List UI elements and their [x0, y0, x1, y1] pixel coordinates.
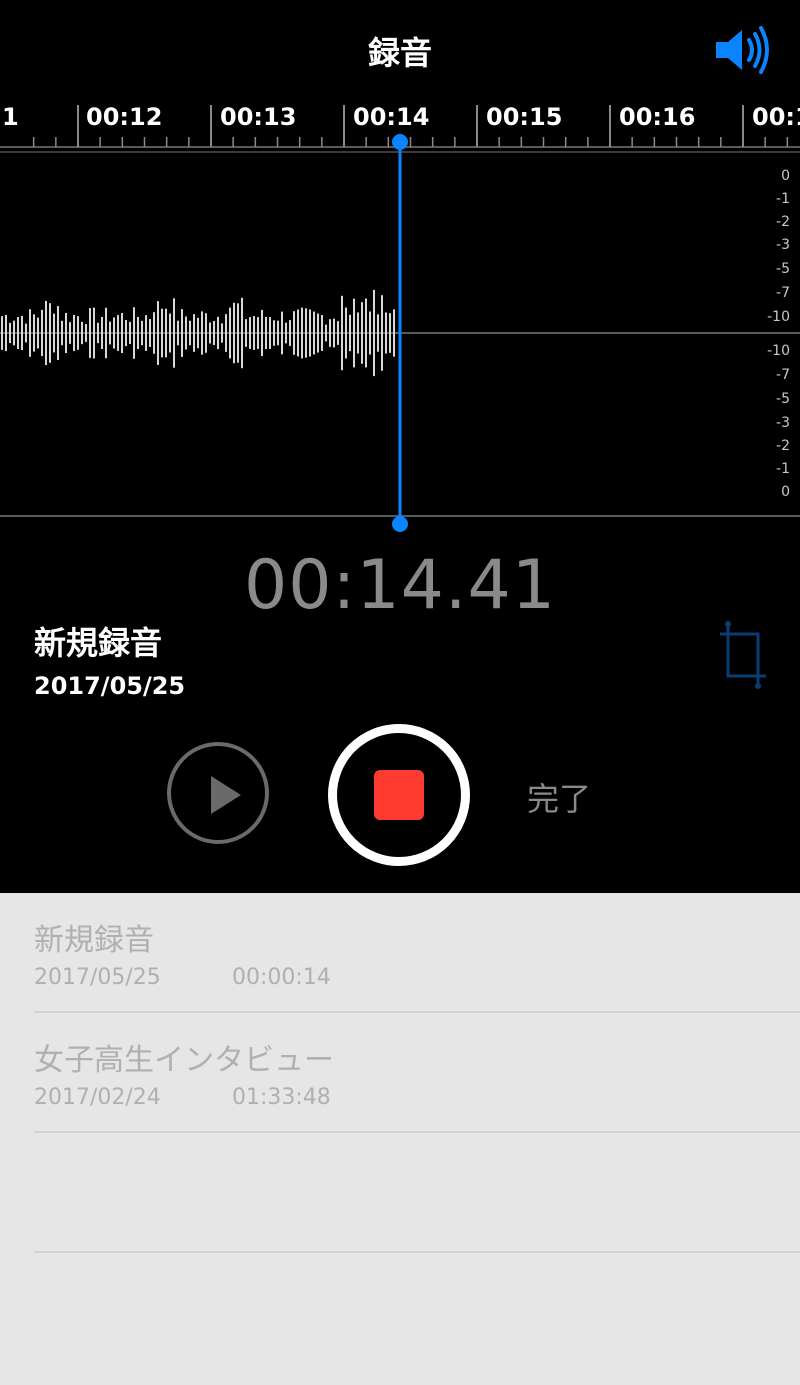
- speaker-icon[interactable]: [712, 24, 770, 76]
- list-item-title: 新規録音: [34, 923, 154, 958]
- list-item-empty: [34, 1253, 800, 1373]
- list-item-duration: 01:33:48: [232, 1085, 331, 1110]
- list-item[interactable]: 新規録音 2017/05/25 00:00:14: [34, 893, 800, 1013]
- play-icon: [211, 776, 241, 814]
- elapsed-time: 00:14.41: [243, 546, 557, 625]
- list-item-title: 女子高生インタビュー: [34, 1043, 334, 1078]
- screen-title: 録音: [367, 34, 432, 72]
- recorder-panel: 録音 1 00:12 00:13 00:14 00:15 00:16 00:1 …: [0, 0, 800, 893]
- list-item[interactable]: 女子高生インタビュー 2017/02/24 01:33:48: [34, 1013, 800, 1133]
- list-item-date: 2017/05/25: [34, 965, 161, 990]
- list-item-duration: 00:00:14: [232, 965, 331, 990]
- recording-name[interactable]: 新規録音: [34, 618, 162, 664]
- list-item-empty: [34, 1133, 800, 1253]
- recording-date: 2017/05/25: [34, 672, 186, 700]
- list-item-date: 2017/02/24: [34, 1085, 161, 1110]
- done-button[interactable]: 完了: [527, 774, 591, 820]
- playhead[interactable]: [0, 130, 800, 535]
- play-button[interactable]: [167, 742, 269, 844]
- record-stop-button[interactable]: [328, 724, 470, 866]
- crop-icon[interactable]: [720, 620, 766, 690]
- recordings-list: 新規録音 2017/05/25 00:00:14 女子高生インタビュー 2017…: [0, 893, 800, 1385]
- stop-record-icon: [374, 770, 424, 820]
